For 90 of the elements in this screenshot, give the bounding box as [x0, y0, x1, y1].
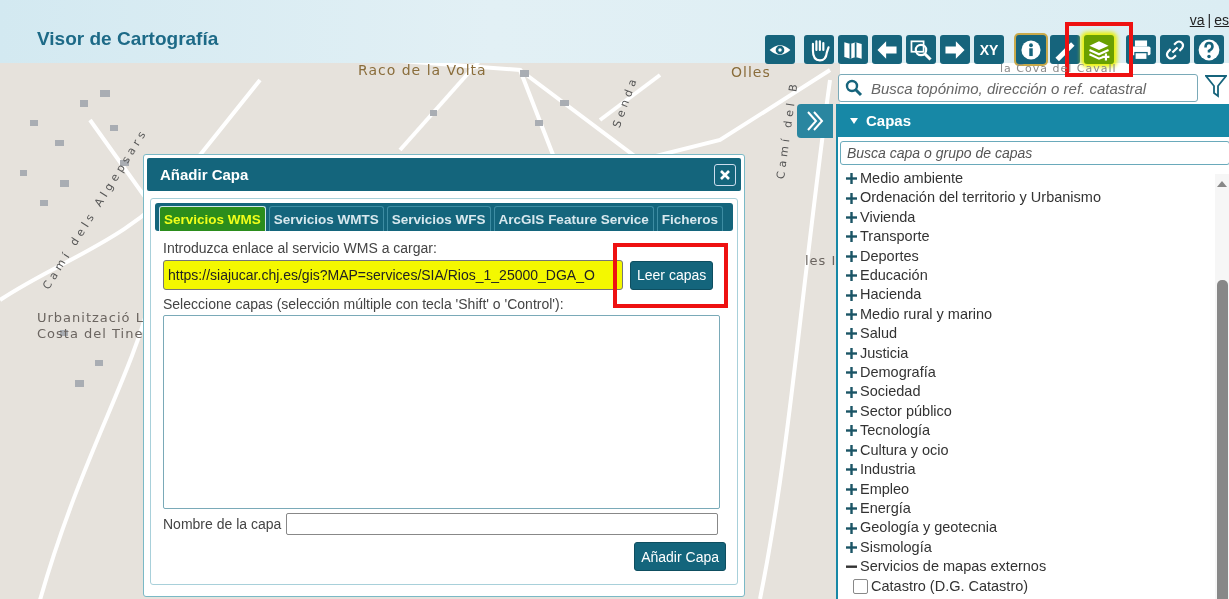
toolbar-button[interactable] — [906, 35, 936, 64]
layer-group-label[interactable]: Sismología — [860, 537, 932, 558]
layer-search-field[interactable]: Busca capa o grupo de capas — [840, 141, 1229, 165]
plus-icon[interactable] — [846, 347, 857, 359]
url-field[interactable]: https://siajucar.chj.es/gis?MAP=services/SIA/Rios_1_25000_DGA_O — [163, 260, 623, 290]
layer-group-label[interactable]: Hacienda — [860, 285, 922, 305]
layer-group-label[interactable]: Justicia — [860, 343, 909, 364]
layer-group-label[interactable]: Medio ambiente — [860, 169, 964, 189]
layer-group-label[interactable]: Sector público — [860, 401, 952, 422]
layer-group-label[interactable]: Salud — [860, 324, 898, 344]
toolbar-button[interactable] — [940, 35, 970, 64]
toolbar-button[interactable] — [1016, 35, 1046, 64]
layer-group-label[interactable]: Educación — [860, 266, 928, 286]
layer-group-label[interactable]: Tecnología — [860, 421, 931, 441]
plus-icon[interactable] — [846, 367, 857, 379]
toolbar-button[interactable] — [804, 35, 834, 64]
layer-group-label[interactable]: Sociedad — [860, 382, 921, 402]
layer-group-label[interactable]: Vivienda — [860, 207, 916, 228]
scrollbar-thumb[interactable] — [1217, 280, 1228, 599]
language-link[interactable]: va — [1189, 12, 1205, 28]
plus-icon[interactable] — [846, 328, 857, 340]
plus-icon[interactable] — [846, 270, 857, 282]
plus-icon[interactable] — [846, 503, 857, 515]
plus-icon[interactable] — [846, 425, 857, 437]
plus-icon[interactable] — [846, 309, 857, 321]
plus-icon[interactable] — [846, 386, 857, 398]
place-label: Olles — [731, 64, 771, 80]
layer-group-label[interactable]: Servicios de mapas externos — [860, 557, 1047, 577]
layer-group-label[interactable]: Cultura y ocio — [860, 440, 949, 461]
layer-label[interactable]: Catastro (D.G. Catastro) — [871, 576, 1029, 596]
language-separator: | — [1207, 12, 1212, 28]
toolbar-button[interactable] — [1194, 35, 1224, 64]
layer-group-label[interactable]: Deportes — [860, 246, 919, 267]
plus-icon[interactable] — [846, 541, 857, 553]
tab[interactable]: Servicios WMS — [159, 206, 266, 231]
scrollbar[interactable] — [1215, 174, 1229, 599]
layers-label: Seleccione capas (selección múltiple con tecla 'Shift' o 'Control'): — [163, 296, 565, 312]
coordinates-button[interactable]: XY — [974, 35, 1004, 64]
plus-icon[interactable] — [846, 173, 857, 185]
layer-group-label[interactable]: Medio rural y marino — [860, 304, 993, 325]
close-icon — [720, 169, 730, 180]
tab[interactable]: Servicios WFS — [386, 206, 491, 231]
add-layer-button[interactable]: Añadir Capa — [634, 542, 726, 571]
layer-group-label[interactable]: Industria — [860, 460, 916, 480]
plus-icon[interactable] — [846, 212, 857, 223]
plus-icon[interactable] — [846, 406, 857, 418]
toolbar-button[interactable] — [838, 35, 868, 64]
close-button[interactable] — [714, 163, 736, 186]
layer-name-field[interactable] — [286, 513, 719, 535]
street-label: Camí del B — [774, 79, 801, 180]
layer-group-label[interactable]: Demografía — [860, 363, 936, 383]
place-label: Raco de la Volta — [358, 62, 487, 78]
layer-name-label: Nombre de la capa — [163, 516, 282, 532]
place-label: Urbanització L — [37, 310, 144, 325]
toolbar-button[interactable] — [872, 35, 902, 64]
checkbox[interactable] — [853, 578, 868, 594]
tab[interactable]: ArcGIS Feature Service — [493, 206, 654, 231]
layer-group-label[interactable]: Ordenación del territorio y Urbanismo — [860, 188, 1101, 208]
layer-group-label[interactable]: Transporte — [860, 227, 930, 247]
place-label: Costa del Tine — [37, 326, 144, 341]
plus-icon[interactable] — [846, 522, 857, 534]
plus-icon[interactable] — [846, 250, 857, 262]
double-chevron-right-icon — [805, 110, 825, 132]
language-link[interactable]: es — [1214, 12, 1229, 28]
toolbar-button[interactable] — [1084, 35, 1114, 64]
app-title: Visor de Cartografía — [37, 28, 219, 50]
layers-header[interactable]: Capas — [838, 104, 1229, 137]
place-label: les I — [805, 253, 837, 268]
toolbar-button[interactable] — [765, 35, 795, 64]
caret-down-icon — [850, 117, 858, 124]
panel-toggle-button[interactable] — [797, 104, 833, 138]
plus-icon[interactable] — [846, 289, 857, 301]
url-label: Introduzca enlace al servicio WMS a cargar: — [163, 240, 438, 256]
read-layers-button[interactable]: Leer capas — [630, 260, 714, 290]
search-icon — [845, 79, 863, 97]
plus-icon[interactable] — [846, 483, 857, 495]
search-field[interactable]: Busca topónimo, dirección o ref. catastral — [838, 74, 1198, 102]
tab[interactable]: Servicios WMTS — [268, 206, 384, 231]
layer-group-label[interactable]: Geología y geotecnia — [860, 518, 998, 538]
plus-icon[interactable] — [846, 464, 857, 476]
filter-icon[interactable] — [1205, 74, 1227, 98]
plus-icon[interactable] — [846, 231, 857, 243]
scroll-up-icon[interactable] — [1217, 181, 1227, 187]
plus-icon[interactable] — [846, 192, 857, 204]
tab[interactable]: Ficheros — [656, 206, 723, 231]
plus-icon[interactable] — [846, 444, 857, 456]
layer-group-label[interactable]: Empleo — [860, 479, 910, 499]
toolbar-button[interactable] — [1160, 35, 1190, 64]
dialog-title: Añadir Capa — [160, 166, 249, 183]
layer-group-label[interactable]: Energía — [860, 498, 911, 519]
